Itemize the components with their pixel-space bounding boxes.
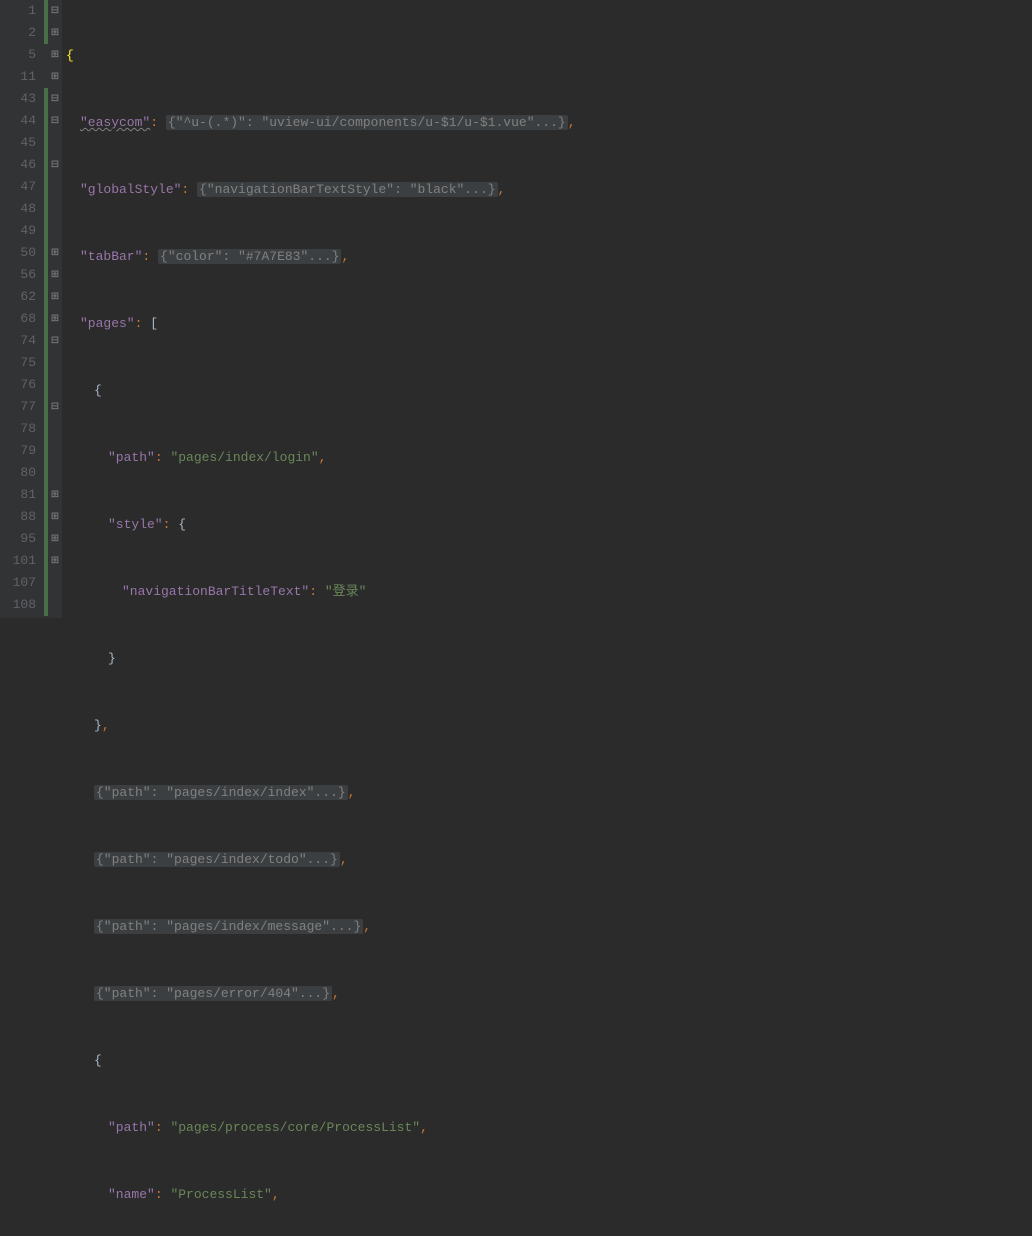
code-line[interactable]: "easycom": {"^u-(.*)": "uview-ui/compone… xyxy=(66,112,1032,134)
line-number: 81 xyxy=(0,484,36,506)
line-number: 1 xyxy=(0,0,36,22)
line-number: 107 xyxy=(0,572,36,594)
fold-spacer xyxy=(48,176,62,198)
fold-spacer xyxy=(48,462,62,484)
fold-gutter xyxy=(48,0,62,618)
line-number: 77 xyxy=(0,396,36,418)
line-number: 48 xyxy=(0,198,36,220)
line-number: 5 xyxy=(0,44,36,66)
line-number: 75 xyxy=(0,352,36,374)
fold-spacer xyxy=(48,352,62,374)
fold-spacer xyxy=(48,374,62,396)
fold-toggle-icon[interactable] xyxy=(48,506,62,528)
fold-spacer xyxy=(48,572,62,594)
code-line[interactable]: } xyxy=(66,648,1032,670)
fold-toggle-icon[interactable] xyxy=(48,286,62,308)
line-number: 44 xyxy=(0,110,36,132)
fold-toggle-icon[interactable] xyxy=(48,66,62,88)
folded-region[interactable]: {"path": "pages/index/todo"...} xyxy=(94,852,340,867)
line-number: 62 xyxy=(0,286,36,308)
fold-toggle-icon[interactable] xyxy=(48,0,62,22)
code-line[interactable]: {"path": "pages/index/todo"...}, xyxy=(66,849,1032,871)
line-number: 88 xyxy=(0,506,36,528)
line-number: 101 xyxy=(0,550,36,572)
code-line[interactable]: {"path": "pages/index/index"...}, xyxy=(66,782,1032,804)
line-number-gutter: 1 2 5 11 43 44 45 46 47 48 49 50 56 62 6… xyxy=(0,0,44,618)
fold-toggle-icon[interactable] xyxy=(48,484,62,506)
code-line[interactable]: {"path": "pages/index/message"...}, xyxy=(66,916,1032,938)
line-number: 43 xyxy=(0,88,36,110)
line-number: 47 xyxy=(0,176,36,198)
line-number: 74 xyxy=(0,330,36,352)
line-number: 76 xyxy=(0,374,36,396)
code-editor[interactable]: 1 2 5 11 43 44 45 46 47 48 49 50 56 62 6… xyxy=(0,0,1032,618)
fold-toggle-icon[interactable] xyxy=(48,44,62,66)
fold-spacer xyxy=(48,594,62,616)
code-area[interactable]: { "easycom": {"^u-(.*)": "uview-ui/compo… xyxy=(62,0,1032,618)
fold-toggle-icon[interactable] xyxy=(48,550,62,572)
code-line[interactable]: "navigationBarTitleText": "登录" xyxy=(66,581,1032,603)
code-line[interactable]: "pages": [ xyxy=(66,313,1032,335)
line-number: 2 xyxy=(0,22,36,44)
line-number: 49 xyxy=(0,220,36,242)
code-line[interactable]: }, xyxy=(66,715,1032,737)
fold-toggle-icon[interactable] xyxy=(48,396,62,418)
code-line[interactable]: "style": { xyxy=(66,514,1032,536)
code-line[interactable]: "tabBar": {"color": "#7A7E83"...}, xyxy=(66,246,1032,268)
folded-region[interactable]: {"color": "#7A7E83"...} xyxy=(158,249,341,264)
fold-toggle-icon[interactable] xyxy=(48,330,62,352)
line-number: 45 xyxy=(0,132,36,154)
code-line[interactable]: "path": "pages/index/login", xyxy=(66,447,1032,469)
code-line[interactable]: { xyxy=(66,45,1032,67)
fold-toggle-icon[interactable] xyxy=(48,154,62,176)
fold-toggle-icon[interactable] xyxy=(48,110,62,132)
line-number: 68 xyxy=(0,308,36,330)
fold-spacer xyxy=(48,440,62,462)
folded-region[interactable]: {"^u-(.*)": "uview-ui/components/u-$1/u-… xyxy=(166,115,568,130)
line-number: 108 xyxy=(0,594,36,616)
fold-toggle-icon[interactable] xyxy=(48,88,62,110)
line-number: 78 xyxy=(0,418,36,440)
folded-region[interactable]: {"path": "pages/index/message"...} xyxy=(94,919,363,934)
line-number: 50 xyxy=(0,242,36,264)
line-number: 79 xyxy=(0,440,36,462)
fold-toggle-icon[interactable] xyxy=(48,242,62,264)
line-number: 80 xyxy=(0,462,36,484)
fold-spacer xyxy=(48,220,62,242)
folded-region[interactable]: {"navigationBarTextStyle": "black"...} xyxy=(197,182,497,197)
line-number: 11 xyxy=(0,66,36,88)
code-line[interactable]: "path": "pages/process/core/ProcessList"… xyxy=(66,1117,1032,1139)
line-number: 46 xyxy=(0,154,36,176)
folded-region[interactable]: {"path": "pages/error/404"...} xyxy=(94,986,332,1001)
fold-toggle-icon[interactable] xyxy=(48,22,62,44)
fold-spacer xyxy=(48,132,62,154)
code-line[interactable]: "globalStyle": {"navigationBarTextStyle"… xyxy=(66,179,1032,201)
fold-spacer xyxy=(48,198,62,220)
code-line[interactable]: "name": "ProcessList", xyxy=(66,1184,1032,1206)
line-number: 95 xyxy=(0,528,36,550)
fold-spacer xyxy=(48,418,62,440)
folded-region[interactable]: {"path": "pages/index/index"...} xyxy=(94,785,348,800)
fold-toggle-icon[interactable] xyxy=(48,264,62,286)
fold-toggle-icon[interactable] xyxy=(48,528,62,550)
fold-toggle-icon[interactable] xyxy=(48,308,62,330)
code-line[interactable]: { xyxy=(66,1050,1032,1072)
code-line[interactable]: { xyxy=(66,380,1032,402)
line-number: 56 xyxy=(0,264,36,286)
code-line[interactable]: {"path": "pages/error/404"...}, xyxy=(66,983,1032,1005)
